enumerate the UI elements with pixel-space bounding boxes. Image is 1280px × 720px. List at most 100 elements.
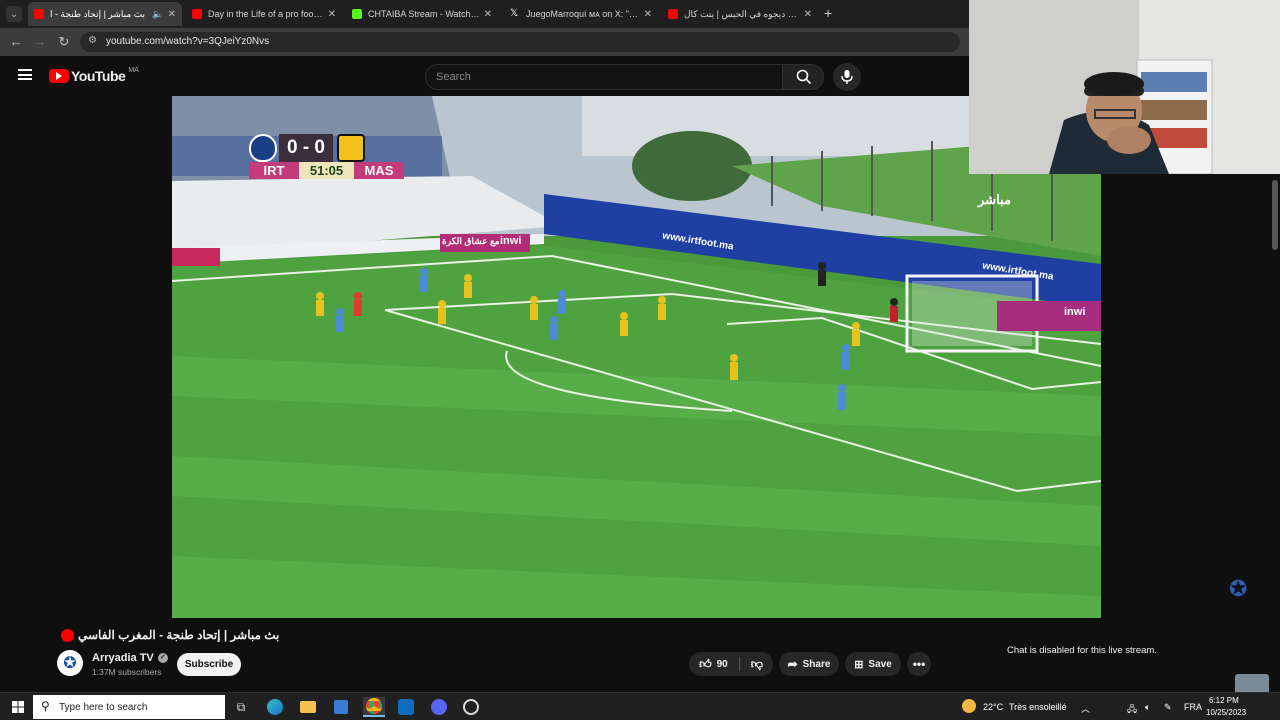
tab-search-button[interactable]: ⌄ (6, 6, 22, 22)
tab-close-icon[interactable]: ✕ (328, 9, 336, 20)
ad-board-inwi: inwi (500, 235, 522, 247)
subscriber-count: 1.37M subscribers (92, 667, 162, 677)
channel-avatar[interactable]: ✪ (57, 650, 83, 676)
video-player[interactable]: 0 - 0 IRT 51:05 MAS www.irtfoot.ma www.i… (172, 96, 1101, 618)
like-button[interactable]: 👍︎ 90 (699, 657, 728, 672)
subscribe-button[interactable]: Subscribe (177, 653, 241, 676)
youtube-play-icon (49, 69, 69, 83)
page-scrollbar[interactable] (1272, 180, 1278, 250)
discord-icon[interactable] (429, 697, 449, 717)
network-icon[interactable]: 🖧︎ (1127, 702, 1137, 718)
channel-watermark-star-icon[interactable]: ✪ (1229, 576, 1247, 602)
match-clock: 51:05 (299, 162, 354, 179)
taskbar-search-placeholder: Type here to search (59, 702, 148, 713)
youtube-header: YouTube MA Search (0, 56, 969, 96)
share-label: Share (802, 658, 831, 670)
search-placeholder: Search (436, 71, 471, 83)
thumbs-up-icon: 👍︎ (699, 656, 712, 671)
voice-search-button[interactable] (833, 63, 861, 91)
outlook-icon[interactable] (396, 697, 416, 717)
microphone-icon (841, 70, 853, 84)
weather-description[interactable]: Très ensoleillé (1009, 702, 1067, 712)
share-button[interactable]: ➦ Share (779, 652, 839, 676)
like-dislike-group: 👍︎ 90 👎︎ (689, 652, 773, 676)
tab-close-icon[interactable]: ✕ (644, 9, 652, 20)
save-playlist-icon: ⊞ (854, 658, 864, 671)
clock-date[interactable]: 10/25/2023 (1206, 708, 1246, 717)
channel-name[interactable]: Arryadia TV ✓ (92, 652, 168, 664)
search-icon (796, 69, 812, 85)
x-favicon-icon: 𝕏 (510, 8, 519, 19)
channel-name-text: Arryadia TV (92, 652, 154, 664)
youtube-favicon-icon (34, 9, 44, 19)
search-input[interactable]: Search (425, 64, 783, 90)
save-label: Save (868, 658, 892, 670)
tab-close-icon[interactable]: ✕ (484, 9, 492, 20)
volume-icon[interactable]: 🔈︎ (1145, 702, 1150, 713)
share-arrow-icon: ➦ (787, 657, 798, 671)
youtube-logo[interactable]: YouTube MA (49, 66, 139, 84)
youtube-favicon-icon (192, 9, 202, 19)
scoreboard: 0 - 0 IRT 51:05 MAS (249, 134, 404, 180)
taskbar-search-input[interactable]: ⚲ Type here to search (33, 695, 225, 719)
more-actions-button[interactable]: ••• (907, 652, 931, 676)
pen-icon[interactable]: ✎ (1164, 702, 1172, 713)
address-bar[interactable]: ⚙ youtube.com/watch?v=3QJeiYz0Nvs (80, 32, 960, 52)
weather-temperature[interactable]: 22°C (983, 702, 1003, 712)
score-text: 0 - 0 (286, 137, 326, 158)
tab-title: CHTAIBA Stream - Watch Live o (368, 9, 480, 19)
tab-day-in-life[interactable]: Day in the Life of a pro football ✕ (186, 2, 342, 26)
obs-studio-icon[interactable] (461, 697, 481, 717)
input-language[interactable]: FRA (1184, 702, 1202, 712)
tab-chtaiba-stream[interactable]: CHTAIBA Stream - Watch Live o ✕ (346, 2, 498, 26)
browser-tab-strip: ⌄ بث مباشر | إتحاد طنجة - ا 🔈 ✕ Day in t… (0, 0, 969, 28)
forward-arrow-icon[interactable]: → (32, 34, 48, 49)
clock-time[interactable]: 6:12 PM (1209, 696, 1239, 705)
reload-icon[interactable]: ↻ (56, 34, 72, 50)
site-info-icon[interactable]: ⚙ (88, 35, 97, 46)
taskbar-search-icon: ⚲ (41, 699, 50, 713)
more-dots-icon: ••• (912, 657, 926, 671)
browser-toolbar: ← → ↻ ⚙ youtube.com/watch?v=3QJeiYz0Nvs (0, 28, 969, 56)
tab-juegomarroqui-x[interactable]: 𝕏 JuegoMarroquí ᴍᴀ on X: "Azzed ✕ (504, 2, 658, 26)
verified-check-icon: ✓ (157, 653, 168, 663)
tab-diddy-video[interactable]: ديدي ديجوه في الحبس | يتت كال ✕ (662, 2, 818, 26)
live-badge: مباشر (978, 192, 1011, 207)
like-count: 90 (716, 658, 728, 670)
tab-title: بث مباشر | إتحاد طنجة - ا (50, 8, 146, 19)
dislike-button[interactable]: 👎︎ (751, 657, 763, 672)
webcam-overlay (969, 0, 1280, 174)
tray-chevron-icon[interactable]: ︿ (1081, 702, 1090, 715)
back-arrow-icon[interactable]: ← (8, 34, 24, 49)
away-team-crest-icon (337, 134, 365, 162)
weather-sun-icon[interactable] (962, 699, 976, 713)
video-title: بث مباشر | إتحاد طنجة - المغرب الفاسي (78, 628, 280, 642)
new-tab-button[interactable]: + (824, 5, 832, 21)
tab-title: Day in the Life of a pro football (208, 9, 324, 19)
tab-title: ديدي ديجوه في الحبس | يتت كال (684, 8, 800, 19)
region-code: MA (128, 66, 139, 74)
save-button[interactable]: ⊞ Save (845, 652, 901, 676)
youtube-wordmark: YouTube (71, 68, 126, 84)
file-explorer-icon[interactable] (298, 697, 318, 717)
tab-close-icon[interactable]: ✕ (804, 9, 812, 20)
home-team-code: IRT (249, 162, 299, 179)
home-team-crest-icon (249, 134, 277, 162)
tab-close-icon[interactable]: ✕ (168, 9, 176, 20)
audio-playing-icon[interactable]: 🔈 (152, 9, 163, 20)
microsoft-store-icon[interactable] (331, 697, 351, 717)
search-button[interactable] (782, 64, 824, 90)
hamburger-menu-icon[interactable] (18, 69, 32, 80)
windows-start-icon[interactable] (8, 697, 28, 717)
task-view-icon[interactable]: ⧉ (231, 697, 251, 717)
edge-browser-icon[interactable] (265, 697, 285, 717)
windows-taskbar: ⚲ Type here to search ⧉ 22°C Très ensole… (0, 692, 1280, 720)
chrome-browser-icon[interactable] (363, 697, 385, 717)
kick-favicon-icon (352, 9, 362, 19)
tab-arryadia-live[interactable]: بث مباشر | إتحاد طنجة - ا 🔈 ✕ (28, 2, 182, 26)
arryadia-star-icon: ✪ (63, 655, 77, 672)
chat-disabled-notice: Chat is disabled for this live stream. (1007, 645, 1157, 656)
ad-board-inwi-2: inwi (1064, 306, 1086, 318)
ad-board-arabic: مع عشاق الكرة (442, 236, 500, 246)
live-indicator-dot-icon (61, 629, 74, 642)
